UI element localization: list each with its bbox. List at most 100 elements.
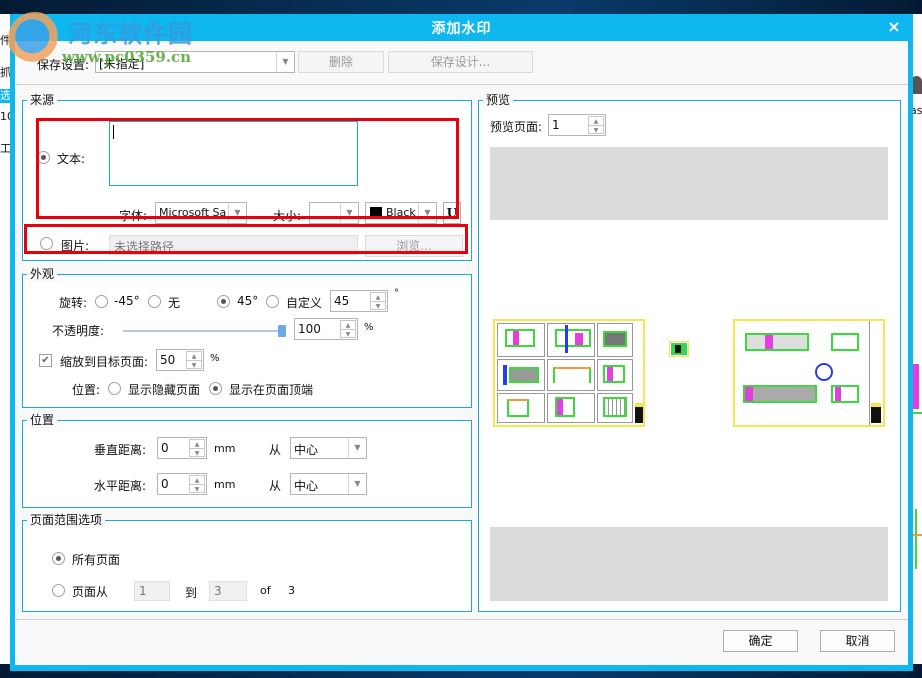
spin-up-icon[interactable]: ▲: [187, 352, 201, 361]
source-group: 来源 文本: 字体: Microsoft Sans ▼ 大小: ▼ Black …: [22, 93, 472, 261]
page-range-radio[interactable]: [52, 584, 65, 597]
image-source-radio[interactable]: [40, 237, 53, 250]
size-dropdown[interactable]: ▼: [309, 202, 359, 224]
add-watermark-dialog: 添加水印 × 保存设置: [未指定] ▼ 删除 保存设计... 来源 文本: 字…: [10, 14, 913, 671]
degree-unit: °: [394, 288, 399, 299]
all-pages-label: 所有页面: [72, 553, 121, 567]
scale-to-page-label: 缩放到目标页面:: [60, 355, 149, 369]
source-legend: 来源: [27, 93, 58, 108]
total-pages: 3: [288, 584, 295, 597]
scale-to-page-checkbox[interactable]: ✔: [39, 354, 52, 367]
site-watermark-url: www.pc0359.cn: [62, 48, 192, 66]
vertical-distance-spinner[interactable]: 0 ▲ ▼: [157, 437, 207, 459]
color-dropdown[interactable]: Black ▼: [365, 202, 437, 224]
spin-down-icon[interactable]: ▼: [190, 449, 204, 458]
spin-down-icon[interactable]: ▼: [187, 361, 201, 370]
preview-page-thumbnail: [493, 319, 645, 427]
position-label: 位置:: [72, 383, 101, 397]
browse-button[interactable]: 浏览...: [365, 235, 463, 257]
mm-unit: mm: [214, 478, 236, 491]
rotation-radio-custom[interactable]: [266, 295, 279, 308]
spin-down-icon[interactable]: ▼: [371, 302, 385, 311]
watermark-text-input[interactable]: [109, 121, 358, 186]
rotation-radio-none[interactable]: [148, 295, 161, 308]
horizontal-distance-label: 水平距离:: [94, 479, 147, 493]
chevron-down-icon[interactable]: ▼: [340, 203, 358, 223]
spin-up-icon[interactable]: ▲: [190, 476, 204, 485]
opacity-slider-track[interactable]: [123, 330, 283, 332]
text-caret: [113, 125, 114, 139]
opacity-slider-thumb[interactable]: [278, 325, 286, 337]
underline-button[interactable]: U: [443, 202, 461, 224]
delete-button[interactable]: 删除: [298, 51, 384, 73]
size-label: 大小:: [273, 209, 302, 223]
appearance-group: 外观 旋转: -45° 无 45° 自定义 45 ▲ ▼ ° 不透明度: 100 …: [22, 267, 472, 408]
color-value: Black: [386, 206, 416, 219]
ok-button[interactable]: 确定: [723, 630, 798, 652]
dialog-body: 保存设置: [未指定] ▼ 删除 保存设计... 来源 文本: 字体: Micr…: [15, 41, 908, 665]
page-range-legend: 页面范围选项: [27, 513, 106, 528]
mm-unit: mm: [214, 442, 236, 455]
preview-top-band: [490, 147, 888, 220]
rotation-radio-minus45[interactable]: [95, 295, 108, 308]
save-design-button[interactable]: 保存设计...: [388, 51, 533, 73]
text-source-radio[interactable]: [37, 151, 50, 164]
spin-up-icon[interactable]: ▲: [341, 321, 355, 330]
preview-page-label: 预览页面:: [490, 120, 543, 134]
site-logo-icon: [8, 12, 62, 66]
site-watermark-name: 河东软件园: [68, 19, 193, 48]
color-swatch: [370, 207, 382, 219]
rotation-option-label: 无: [168, 296, 181, 310]
preview-page-thumbnail: [733, 319, 885, 427]
vertical-from-dropdown[interactable]: 中心 ▼: [290, 437, 367, 459]
position-legend: 位置: [27, 413, 58, 428]
rotation-option-label: 45°: [237, 294, 259, 308]
scale-spinner[interactable]: 50 ▲ ▼: [156, 349, 204, 371]
position-group: 位置 垂直距离: 0 ▲ ▼ mm 从 中心 ▼ 水平距离: 0 ▲ ▼ mm 从 …: [22, 413, 472, 508]
chevron-down-icon[interactable]: ▼: [348, 474, 366, 494]
rotation-option-label: -45°: [114, 294, 140, 308]
show-on-top-radio[interactable]: [209, 382, 222, 395]
text-source-label: 文本:: [57, 152, 86, 166]
dialog-footer: 确定 取消: [15, 619, 908, 665]
all-pages-radio[interactable]: [52, 552, 65, 565]
spin-down-icon[interactable]: ▼: [190, 485, 204, 494]
spin-up-icon[interactable]: ▲: [371, 293, 385, 302]
desktop-top-bar: [0, 0, 922, 14]
page-to-input[interactable]: 3: [209, 581, 247, 601]
pages-from-label: 页面从: [72, 585, 109, 599]
show-on-top-label: 显示在页面顶端: [229, 383, 314, 397]
spin-down-icon[interactable]: ▼: [341, 330, 355, 339]
font-dropdown[interactable]: Microsoft Sans ▼: [155, 202, 247, 224]
rotation-label: 旋转:: [59, 296, 88, 310]
preview-watermark-thumbnail: [669, 341, 689, 357]
to-label: 到: [185, 586, 198, 600]
image-source-label: 图片:: [61, 239, 90, 253]
page-range-group: 页面范围选项 所有页面 页面从 1 到 3 of 3: [22, 513, 472, 612]
opacity-spinner[interactable]: 100 ▲ ▼: [294, 318, 358, 340]
close-icon[interactable]: ×: [885, 18, 903, 36]
opacity-label: 不透明度:: [52, 324, 105, 338]
show-hidden-page-radio[interactable]: [108, 382, 121, 395]
of-label: of: [260, 584, 271, 597]
rotation-radio-45[interactable]: [217, 295, 230, 308]
custom-rotation-spinner[interactable]: 45 ▲ ▼: [330, 290, 388, 312]
font-label: 字体:: [119, 209, 148, 223]
horizontal-from-dropdown[interactable]: 中心 ▼: [290, 473, 367, 495]
from-label: 从: [269, 443, 282, 457]
appearance-legend: 外观: [27, 267, 58, 282]
preview-legend: 预览: [483, 93, 514, 108]
spin-up-icon[interactable]: ▲: [190, 440, 204, 449]
horizontal-distance-spinner[interactable]: 0 ▲ ▼: [157, 473, 207, 495]
font-value: Microsoft Sans: [159, 206, 226, 219]
page-from-input[interactable]: 1: [134, 581, 170, 601]
chevron-down-icon[interactable]: ▼: [228, 203, 246, 223]
spin-down-icon[interactable]: ▼: [589, 126, 603, 135]
preview-page-spinner[interactable]: 1 ▲ ▼: [548, 114, 606, 136]
chevron-down-icon[interactable]: ▼: [276, 52, 294, 72]
spin-up-icon[interactable]: ▲: [589, 117, 603, 126]
image-path-input[interactable]: 未选择路径: [109, 235, 358, 255]
cancel-button[interactable]: 取消: [820, 630, 895, 652]
chevron-down-icon[interactable]: ▼: [348, 438, 366, 458]
chevron-down-icon[interactable]: ▼: [418, 203, 436, 223]
